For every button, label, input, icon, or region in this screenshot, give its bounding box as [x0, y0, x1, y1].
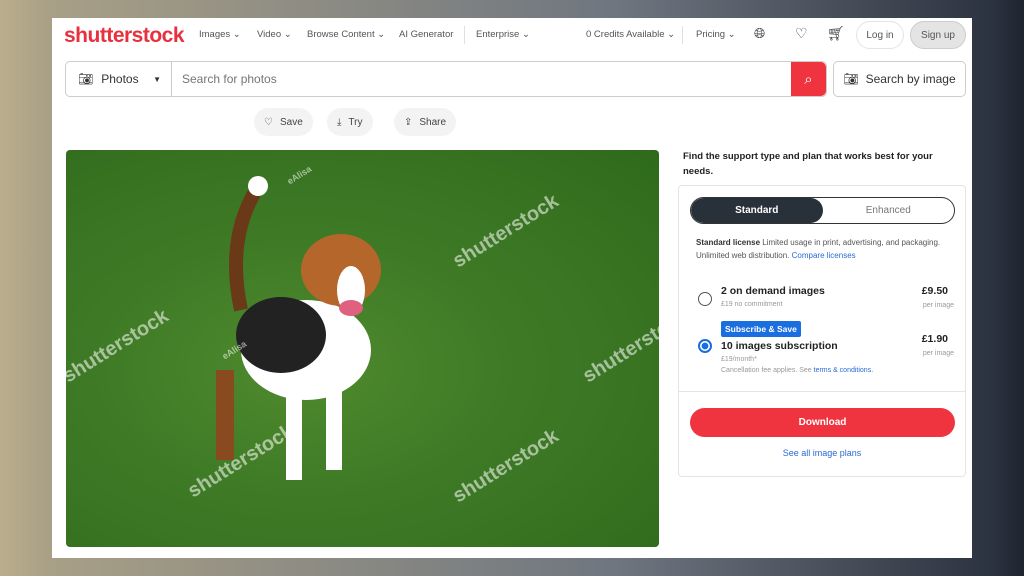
divider — [682, 26, 683, 44]
login-button[interactable]: Log in — [856, 21, 904, 49]
plan-radio-subscription[interactable] — [698, 339, 712, 353]
license-card: Standard Enhanced Standard license Limit… — [678, 185, 966, 477]
subscribe-save-badge: Subscribe & Save — [721, 321, 801, 337]
plan-title: 10 images subscription — [721, 340, 838, 352]
signup-button[interactable]: Sign up — [910, 21, 966, 49]
plan-price: £1.90 — [921, 333, 948, 345]
pricing-dropdown[interactable]: Pricing ⌄ — [696, 29, 736, 40]
heart-icon: ♡ — [264, 116, 273, 128]
globe-icon[interactable]: 🌐︎ — [754, 25, 765, 42]
media-type-select[interactable]: 📷︎ Photos ▼ — [66, 62, 172, 96]
try-button[interactable]: ⤓ Try — [327, 108, 373, 136]
plan-price-unit: per image — [922, 350, 954, 357]
nav-browse-content[interactable]: Browse Content ⌄ — [307, 29, 385, 40]
plan-subtitle: £19/month* — [721, 356, 757, 363]
search-icon: ⌕ — [804, 70, 813, 88]
search-by-image-button[interactable]: 📷︎ Search by image — [833, 61, 966, 97]
logo[interactable]: shutterstock — [64, 24, 185, 48]
image-search-icon: 📷︎ — [843, 72, 859, 86]
caret-down-icon: ▼ — [153, 74, 161, 84]
cancellation-note: Cancellation fee applies. See terms & co… — [721, 367, 874, 374]
plan-subtitle: £19 no commitment — [721, 301, 783, 308]
divider — [464, 26, 465, 44]
plan-radio-on-demand[interactable] — [698, 292, 712, 306]
download-button[interactable]: Download — [690, 408, 955, 437]
camera-icon: 📷︎ — [78, 72, 94, 86]
tab-enhanced[interactable]: Enhanced — [823, 198, 955, 223]
plan-title: 2 on demand images — [721, 285, 825, 297]
share-icon: ⇪ — [404, 116, 413, 128]
save-button[interactable]: ♡ Save — [254, 108, 313, 136]
panel-heading: Find the support type and plan that work… — [683, 151, 933, 177]
compare-licenses-link[interactable]: Compare licenses — [792, 251, 856, 260]
credits-dropdown[interactable]: 0 Credits Available ⌄ — [586, 29, 675, 40]
cart-icon[interactable]: 🛒︎ — [827, 25, 845, 42]
page: shutterstock Images ⌄ Video ⌄ Browse Con… — [52, 18, 972, 558]
dog-illustration — [216, 176, 381, 480]
heart-icon[interactable]: ♡ — [795, 25, 808, 42]
terms-link[interactable]: terms & conditions. — [814, 367, 874, 374]
search-button[interactable]: ⌕ — [791, 62, 826, 96]
nav-images[interactable]: Images ⌄ — [199, 29, 241, 40]
nav-video[interactable]: Video ⌄ — [257, 29, 292, 40]
plan-price: £9.50 — [921, 285, 948, 297]
search-input[interactable] — [172, 62, 791, 96]
tab-standard[interactable]: Standard — [691, 198, 823, 223]
nav-enterprise[interactable]: Enterprise ⌄ — [476, 29, 530, 40]
divider — [679, 391, 965, 392]
download-icon: ⤓ — [337, 116, 342, 128]
plan-price-unit: per image — [922, 302, 954, 309]
see-all-plans-link[interactable]: See all image plans — [679, 448, 965, 458]
license-toggle: Standard Enhanced — [690, 197, 955, 224]
header: shutterstock Images ⌄ Video ⌄ Browse Con… — [52, 18, 972, 52]
search-bar: 📷︎Photos▼ ⌕ — [65, 61, 827, 97]
nav-ai-generator[interactable]: AI Generator — [399, 29, 453, 40]
license-description: Standard license Limited usage in print,… — [696, 238, 941, 260]
preview-image[interactable]: shutterstock shutterstock shutterstock s… — [66, 150, 659, 547]
share-button[interactable]: ⇪ Share — [394, 108, 457, 136]
